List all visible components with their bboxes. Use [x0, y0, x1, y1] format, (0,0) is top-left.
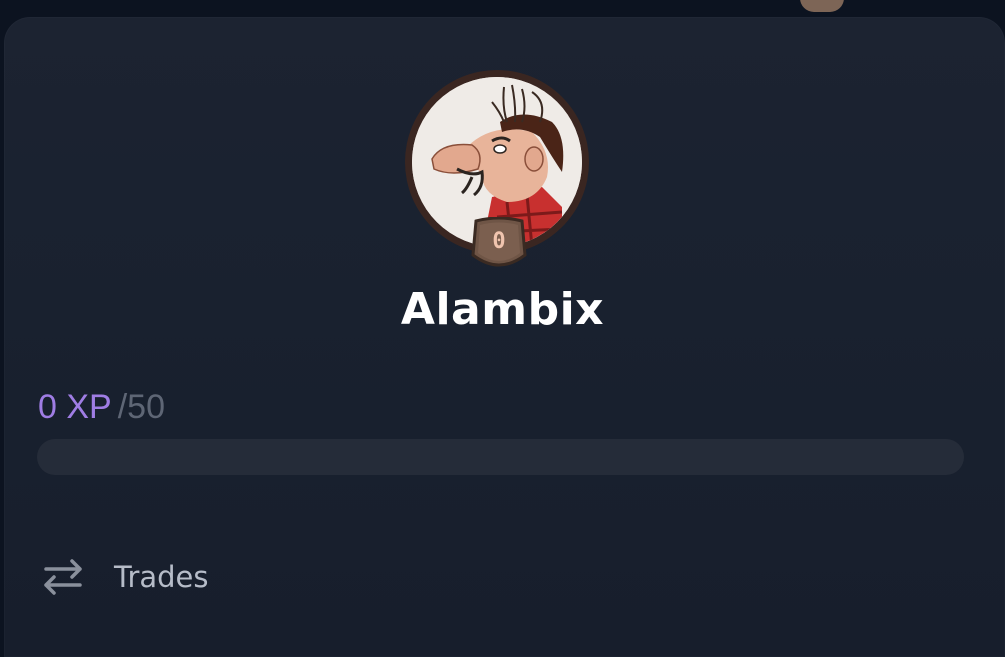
level-badge: 0 — [470, 217, 528, 273]
xp-counter: 0 XP/50 — [38, 388, 165, 427]
username: Alambix — [400, 284, 605, 335]
trades-menu-item[interactable]: Trades — [38, 552, 209, 602]
xp-progress-bar — [37, 439, 964, 475]
top-rank-badge — [800, 0, 844, 12]
xp-max: /50 — [117, 388, 165, 426]
xp-current: 0 XP — [38, 388, 112, 426]
swap-arrows-icon — [44, 559, 82, 595]
level-number: 0 — [492, 229, 506, 254]
trades-label: Trades — [114, 560, 209, 594]
